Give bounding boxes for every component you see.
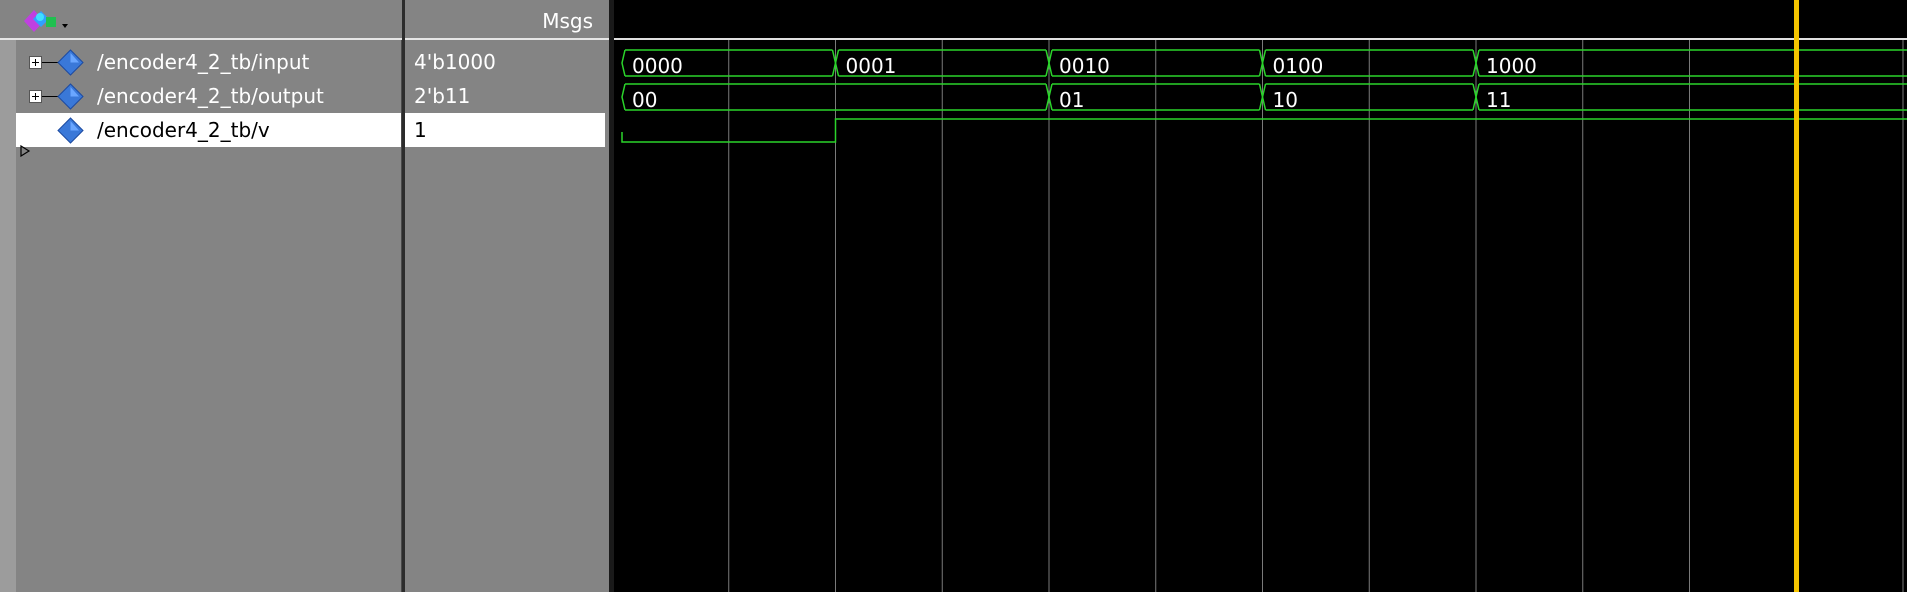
signal-value: 2'b11 (414, 84, 471, 108)
output-bus-transition (621, 83, 626, 111)
input-bus-transition (621, 49, 626, 77)
signal-diamond-icon (57, 117, 84, 144)
signal-name: /encoder4_2_tb/v (97, 118, 270, 142)
waveform-canvas[interactable]: 0000 0001 0010 0100 100000 01 10 11 (614, 0, 1907, 592)
expand-toggle-icon[interactable] (29, 56, 42, 69)
value-row-v[interactable]: 1 (405, 113, 605, 147)
signal-row-input[interactable]: /encoder4_2_tb/input (0, 45, 405, 79)
waveform-pane[interactable]: 0000 0001 0010 0100 1000 00 01 10 11 (614, 0, 1907, 592)
signal-name: /encoder4_2_tb/output (97, 84, 324, 108)
values-header: Msgs (405, 0, 611, 40)
output-bus-value-label: 11 (1486, 88, 1511, 112)
output-bus-value-label: 01 (1059, 88, 1084, 112)
signal-diamond-icon (57, 49, 84, 76)
wave-toolbar-icon[interactable] (20, 5, 72, 35)
signal-diamond-icon (57, 83, 84, 110)
signal-row-output[interactable]: /encoder4_2_tb/output (0, 79, 405, 113)
names-left-strip (0, 40, 16, 592)
output-bus-value-label: 10 (1273, 88, 1298, 112)
signal-names-pane: /encoder4_2_tb/input /encoder4_2_tb/outp… (0, 0, 405, 592)
signal-value: 4'b1000 (414, 50, 496, 74)
value-row-input[interactable]: 4'b1000 (405, 45, 611, 79)
insertion-pointer-icon (20, 145, 31, 157)
input-bus-value-label: 0000 (632, 54, 683, 78)
signal-name: /encoder4_2_tb/input (97, 50, 310, 74)
signal-value: 1 (414, 118, 427, 142)
msgs-header-label: Msgs (542, 9, 593, 33)
expand-toggle-icon[interactable] (29, 90, 42, 103)
v-signal-trace (621, 118, 1907, 143)
names-header (0, 0, 405, 40)
time-cursor (1794, 0, 1799, 592)
input-bus-value-label: 0100 (1273, 54, 1324, 78)
input-bus-value-label: 1000 (1486, 54, 1537, 78)
input-bus-value-label: 0010 (1059, 54, 1110, 78)
output-bus-value-label: 00 (632, 88, 657, 112)
value-row-output[interactable]: 2'b11 (405, 79, 611, 113)
input-bus-value-label: 0001 (846, 54, 897, 78)
signal-row-v[interactable]: /encoder4_2_tb/v (16, 113, 405, 147)
values-pane: Msgs 4'b1000 2'b11 1 (405, 0, 611, 592)
